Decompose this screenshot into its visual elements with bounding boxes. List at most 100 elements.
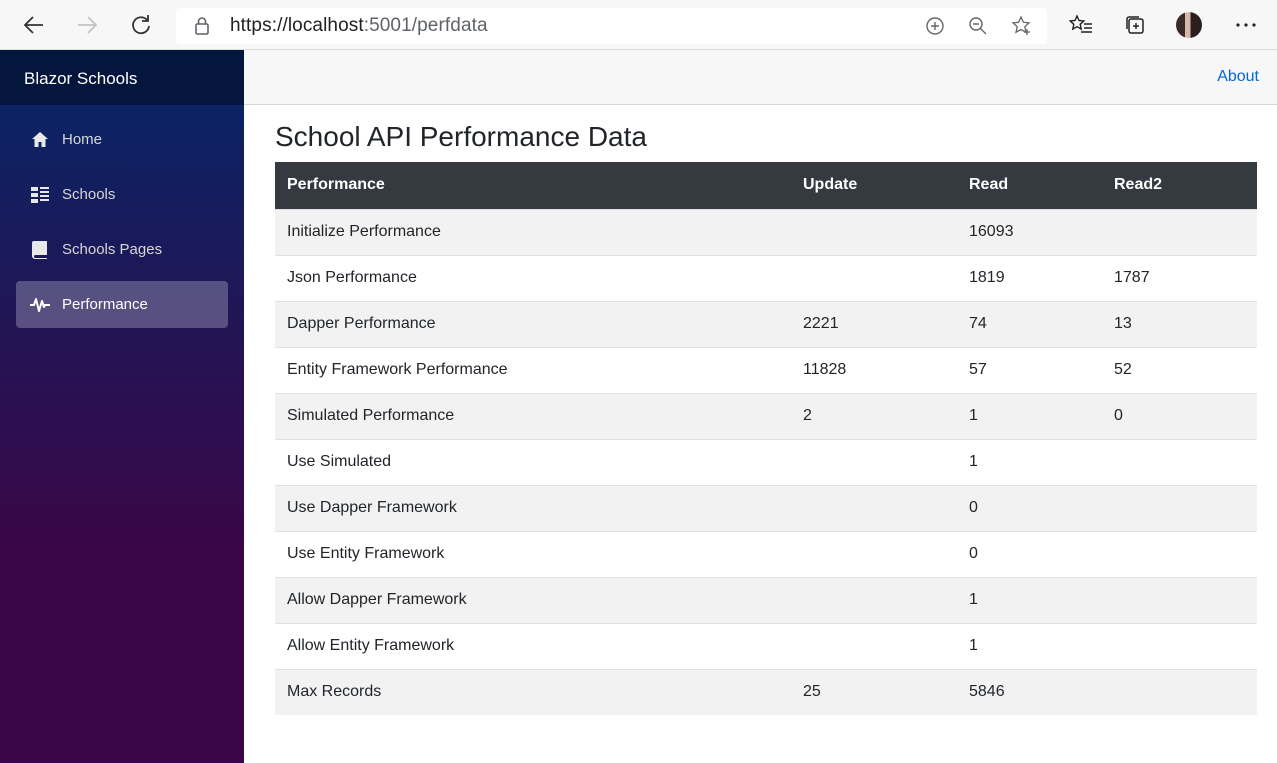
settings-menu-button[interactable] bbox=[1233, 12, 1259, 38]
address-bar[interactable]: https://localhost:5001/perfdata bbox=[176, 8, 1047, 44]
sidebar-item-label: Schools bbox=[62, 186, 116, 203]
star-add-icon bbox=[1011, 15, 1031, 35]
sidebar-item-schools[interactable]: Schools bbox=[16, 171, 228, 218]
favorites-button[interactable] bbox=[1068, 12, 1094, 38]
table-cell: Entity Framework Performance bbox=[275, 346, 791, 393]
table-cell: 2221 bbox=[791, 300, 957, 347]
page-title: School API Performance Data bbox=[275, 121, 647, 152]
table-cell: 1 bbox=[957, 576, 1102, 623]
table-cell: 0 bbox=[957, 530, 1102, 577]
favorites-list-icon bbox=[1069, 14, 1092, 33]
plus-circle-icon bbox=[926, 17, 944, 35]
table-cell: Initialize Performance bbox=[275, 208, 791, 255]
table-cell bbox=[1102, 622, 1257, 669]
collections-icon bbox=[1126, 16, 1144, 34]
table-cell: 57 bbox=[957, 346, 1102, 393]
table-cell bbox=[1102, 576, 1257, 623]
table-row: Use Simulated 1 bbox=[275, 438, 1257, 485]
table-row: Use Dapper Framework 0 bbox=[275, 484, 1257, 531]
table-cell: 1 bbox=[957, 392, 1102, 439]
home-icon bbox=[30, 130, 50, 150]
sidebar-item-label: Schools Pages bbox=[62, 241, 163, 258]
book-icon bbox=[30, 240, 50, 260]
forward-arrow-icon bbox=[78, 16, 98, 34]
table-cell: Use Simulated bbox=[275, 438, 791, 485]
table-cell bbox=[1102, 208, 1257, 255]
favorite-button[interactable] bbox=[1010, 14, 1034, 38]
table-cell: 1 bbox=[957, 438, 1102, 485]
forward-button[interactable] bbox=[71, 9, 103, 41]
table-cell: Allow Entity Framework bbox=[275, 622, 791, 669]
performance-table: Performance Update Read Read2 Initialize… bbox=[275, 162, 1257, 715]
table-body: Initialize Performance 16093 Json Perform… bbox=[275, 208, 1257, 715]
zoom-in-button[interactable] bbox=[923, 14, 947, 38]
more-dots-icon bbox=[1236, 23, 1256, 27]
table-cell: 0 bbox=[1102, 392, 1257, 439]
lock-icon bbox=[194, 16, 210, 41]
table-cell bbox=[791, 208, 957, 255]
refresh-button[interactable] bbox=[125, 9, 157, 41]
table-row: Initialize Performance 16093 bbox=[275, 208, 1257, 255]
table-cell: 1 bbox=[957, 622, 1102, 669]
sidebar-nav: Home Schools Schools Pages Performance bbox=[0, 105, 244, 328]
table-row: Entity Framework Performance 11828 57 52 bbox=[275, 346, 1257, 393]
column-header: Update bbox=[791, 162, 957, 209]
table-cell: 25 bbox=[791, 668, 957, 715]
table-cell: Simulated Performance bbox=[275, 392, 791, 439]
table-cell bbox=[791, 484, 957, 531]
back-button[interactable] bbox=[18, 9, 50, 41]
sidebar-item-label: Performance bbox=[62, 296, 148, 313]
collections-button[interactable] bbox=[1122, 12, 1148, 38]
table-cell: 11828 bbox=[791, 346, 957, 393]
table-cell: Json Performance bbox=[275, 254, 791, 301]
refresh-icon bbox=[132, 15, 150, 35]
app-brand[interactable]: Blazor Schools bbox=[0, 50, 244, 105]
table-cell bbox=[791, 530, 957, 577]
table-cell: 1787 bbox=[1102, 254, 1257, 301]
sidebar: Blazor Schools Home Schools Schools Page… bbox=[0, 50, 244, 763]
sidebar-item-home[interactable]: Home bbox=[16, 116, 228, 163]
back-arrow-icon bbox=[23, 16, 43, 34]
table-cell bbox=[1102, 668, 1257, 715]
table-cell bbox=[791, 576, 957, 623]
browser-toolbar: https://localhost:5001/perfdata bbox=[0, 0, 1277, 50]
column-header: Read2 bbox=[1102, 162, 1257, 209]
url-text[interactable]: https://localhost:5001/perfdata bbox=[230, 15, 488, 37]
profile-button[interactable] bbox=[1176, 12, 1202, 38]
table-cell: Dapper Performance bbox=[275, 300, 791, 347]
table-row: Use Entity Framework 0 bbox=[275, 530, 1257, 577]
table-cell: Use Dapper Framework bbox=[275, 484, 791, 531]
table-row: Allow Dapper Framework 1 bbox=[275, 576, 1257, 623]
table-row: Max Records 25 5846 bbox=[275, 668, 1257, 715]
top-row: About bbox=[244, 50, 1277, 105]
table-cell bbox=[1102, 438, 1257, 485]
table-header-row: Performance Update Read Read2 bbox=[275, 162, 1257, 209]
table-cell: Use Entity Framework bbox=[275, 530, 791, 577]
avatar bbox=[1176, 12, 1202, 38]
table-cell bbox=[791, 438, 957, 485]
table-cell: 52 bbox=[1102, 346, 1257, 393]
table-cell: 13 bbox=[1102, 300, 1257, 347]
table-cell: 1819 bbox=[957, 254, 1102, 301]
table-row: Json Performance 1819 1787 bbox=[275, 254, 1257, 301]
column-header: Read bbox=[957, 162, 1102, 209]
table-cell bbox=[791, 622, 957, 669]
table-cell: Max Records bbox=[275, 668, 791, 715]
table-cell: 16093 bbox=[957, 208, 1102, 255]
zoom-out-button[interactable] bbox=[966, 14, 990, 38]
column-header: Performance bbox=[275, 162, 791, 209]
about-link[interactable]: About bbox=[1217, 68, 1259, 86]
table-row: Allow Entity Framework 1 bbox=[275, 622, 1257, 669]
table-cell: 5846 bbox=[957, 668, 1102, 715]
sidebar-item-schools-pages[interactable]: Schools Pages bbox=[16, 226, 228, 273]
table-cell: Allow Dapper Framework bbox=[275, 576, 791, 623]
table-cell bbox=[791, 254, 957, 301]
sidebar-item-label: Home bbox=[62, 131, 103, 148]
table-row: Simulated Performance 2 1 0 bbox=[275, 392, 1257, 439]
magnifier-icon bbox=[969, 17, 987, 35]
pulse-icon bbox=[30, 295, 50, 315]
sidebar-item-performance[interactable]: Performance bbox=[16, 281, 228, 328]
table-cell: 2 bbox=[791, 392, 957, 439]
main-content: School API Performance Data Performance … bbox=[275, 105, 1257, 715]
table-cell bbox=[1102, 530, 1257, 577]
